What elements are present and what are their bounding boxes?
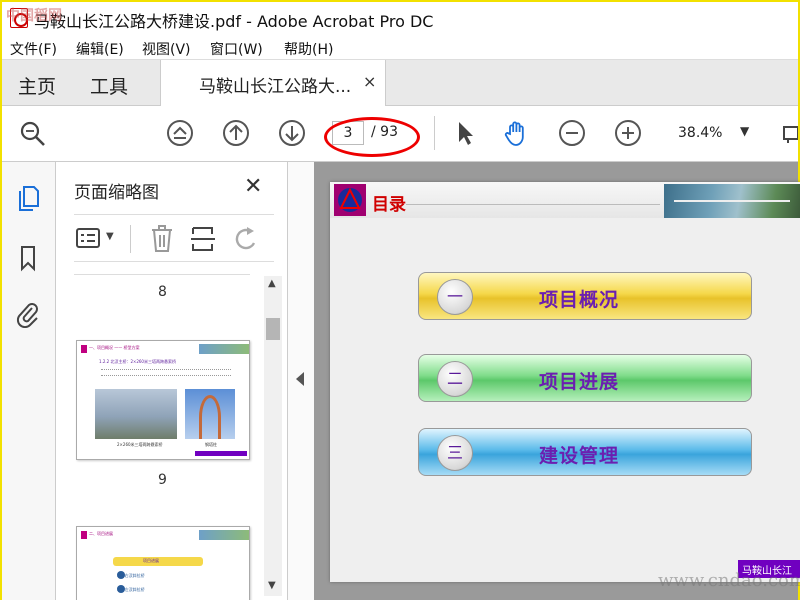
toc-item-number: 一	[437, 279, 473, 315]
zoom-search-icon[interactable]	[18, 119, 46, 147]
zoom-out-icon[interactable]	[558, 119, 586, 147]
thumb-item-bar: 项目进展	[113, 557, 203, 566]
toc-item-label: 项目概况	[539, 289, 620, 311]
toc-item-label: 项目进展	[539, 371, 620, 393]
thumbnail-page-number: 9	[158, 472, 167, 488]
tools-divider	[130, 225, 131, 253]
previous-page-icon[interactable]	[222, 119, 250, 147]
menu-help[interactable]: 帮助(H)	[284, 39, 333, 59]
zoom-select[interactable]: 38.4% ▼	[668, 120, 758, 148]
menu-window[interactable]: 窗口(W)	[210, 39, 263, 59]
menu-view[interactable]: 视图(V)	[142, 39, 191, 59]
watermark-top: 中国稻网	[6, 8, 62, 24]
more-tools-icon[interactable]	[780, 119, 798, 147]
tower-arch	[199, 395, 221, 439]
navigation-rail	[2, 162, 56, 600]
thumb-caption-right: 钢塔柱	[205, 442, 217, 447]
thumbnail-scrollbar[interactable]: ▲ ▼	[264, 276, 282, 596]
thumb-item-label: 2.2 左汊斜拉桥	[117, 587, 145, 592]
thumb-subheading: 1.2.2 北汊主桥：2×260米三塔两跨悬索桥	[99, 359, 176, 364]
toolbar: / 93 38.4% ▼	[2, 106, 798, 162]
thumb-heading: 一、项目概况 —— 桥型方案	[89, 345, 140, 350]
select-arrow-icon[interactable]	[450, 119, 478, 147]
chevron-down-icon[interactable]: ▼	[106, 231, 114, 242]
slide-title: 目录	[372, 195, 406, 215]
toc-item-2[interactable]: 二 项目进展	[418, 354, 752, 402]
first-page-icon[interactable]	[166, 119, 194, 147]
thumb-footer-bar	[195, 451, 247, 456]
thumb-banner-image	[199, 344, 249, 354]
tab-document-label: 马鞍山长江公路大...	[199, 77, 352, 97]
toc-item-label: 建设管理	[539, 445, 620, 467]
thumbnail-options-icon[interactable]	[76, 227, 100, 249]
scroll-up-icon[interactable]: ▲	[268, 278, 276, 289]
thumb-item-label: 2.1 右汊斜拉桥	[117, 573, 145, 578]
extract-page-icon[interactable]	[190, 225, 216, 253]
tab-home[interactable]: 主页	[18, 72, 56, 99]
bridge-deck-line	[674, 200, 790, 202]
scrollbar-thumb[interactable]	[266, 318, 280, 340]
zoom-value: 38.4%	[678, 125, 723, 141]
slide-logo-icon	[334, 184, 366, 216]
page-thumbnails-icon[interactable]	[15, 184, 41, 212]
zoom-in-icon[interactable]	[614, 119, 642, 147]
rotate-page-icon[interactable]	[232, 225, 260, 253]
bridge-photo	[95, 389, 177, 439]
close-tab-icon[interactable]: ×	[363, 72, 376, 91]
thumbnail-page-9[interactable]: 一、项目概况 —— 桥型方案 1.2.2 北汊主桥：2×260米三塔两跨悬索桥 …	[76, 340, 250, 460]
hand-tool-icon[interactable]	[502, 119, 530, 147]
chevron-down-icon: ▼	[740, 124, 750, 138]
thumb-banner-image	[199, 530, 249, 540]
pdf-page: 目录 一 项目概况 二 项目进展 三 建设管理 马鞍山长江	[330, 182, 800, 582]
toc-item-number: 二	[437, 361, 473, 397]
tower-photo	[185, 389, 235, 439]
menu-file[interactable]: 文件(F)	[10, 39, 57, 59]
thumbnail-page-10[interactable]: 二、项目进展 项目进展 2.1 右汊斜拉桥 2.2 左汊斜拉桥	[76, 526, 250, 600]
thumbnail-tools: ▼	[74, 214, 274, 262]
window-title: 马鞍山长江公路大桥建设.pdf - Adobe Acrobat Pro DC	[34, 12, 434, 31]
scroll-down-icon[interactable]: ▼	[268, 580, 276, 591]
red-annotation-ellipse	[324, 117, 420, 157]
bridge-banner-image	[664, 184, 800, 218]
tab-document[interactable]: 马鞍山长江公路大... ×	[160, 60, 386, 106]
panel-title: 页面缩略图	[74, 183, 159, 203]
close-panel-icon[interactable]: ✕	[244, 174, 262, 199]
next-page-icon[interactable]	[278, 119, 306, 147]
attachment-icon[interactable]	[15, 300, 41, 328]
document-view[interactable]: 目录 一 项目概况 二 项目进展 三 建设管理 马鞍山长江	[314, 162, 800, 600]
thumb-caption-left: 2×260米三塔两跨悬索桥	[117, 442, 163, 447]
toc-item-number: 三	[437, 435, 473, 471]
thumb-text-line	[101, 369, 231, 371]
thumb-divider	[74, 274, 250, 275]
tab-bar: 主页 工具 马鞍山长江公路大... ×	[2, 60, 798, 106]
bookmark-icon[interactable]	[15, 244, 41, 272]
thumb-heading-marker	[81, 345, 87, 353]
menu-bar: 文件(F) 编辑(E) 视图(V) 窗口(W) 帮助(H)	[2, 34, 798, 60]
watermark-bottom: www.cndao.com	[658, 570, 800, 591]
toc-item-3[interactable]: 三 建设管理	[418, 428, 752, 476]
toc-item-1[interactable]: 一 项目概况	[418, 272, 752, 320]
thumb-heading-marker	[81, 531, 87, 539]
title-bar: 马鞍山长江公路大桥建设.pdf - Adobe Acrobat Pro DC	[2, 2, 798, 34]
thumb-heading: 二、项目进展	[89, 531, 113, 536]
collapse-panel-icon[interactable]	[296, 372, 304, 386]
delete-page-icon[interactable]	[150, 225, 174, 253]
thumbnail-page-number: 8	[158, 284, 167, 300]
menu-edit[interactable]: 编辑(E)	[76, 39, 124, 59]
toolbar-divider	[434, 116, 435, 150]
tab-tools[interactable]: 工具	[90, 72, 128, 99]
panel-splitter[interactable]	[288, 162, 314, 600]
title-rule	[406, 204, 660, 205]
thumb-text-line	[101, 375, 231, 377]
thumbnails-panel: 页面缩略图 ✕ ▼ 8 一、项目概况 —— 桥型方案 1.2.2 北汊主桥：2×…	[56, 162, 288, 600]
thumb-item-label: 项目进展	[143, 558, 159, 563]
